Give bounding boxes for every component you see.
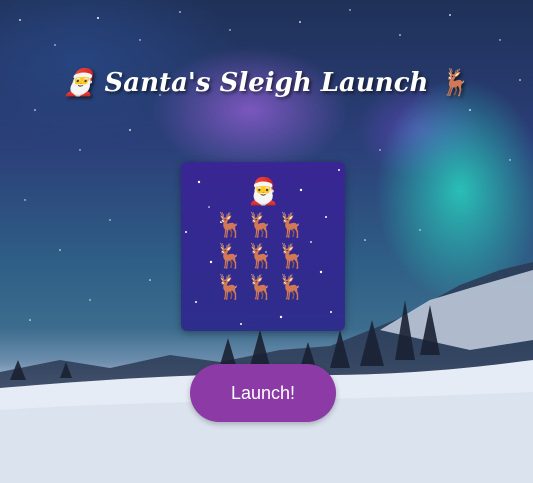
reindeer-icon: 🦌 [276,273,307,301]
game-board: 🎅 🦌 🦌 🦌 🦌 🦌 🦌 🦌 🦌 🦌 [181,162,345,331]
reindeer-icon: 🦌 [245,273,276,301]
reindeer-icon: 🦌 [245,242,276,270]
page-title: 🎅 Santa's Sleigh Launch 🦌 [63,68,470,98]
reindeer-icon: 🦌 [214,242,245,270]
reindeer-icon: 🦌 [214,211,245,239]
aurora-background: 🎅 Santa's Sleigh Launch 🦌 🎅 🦌 🦌 🦌 🦌 🦌 🦌 … [0,0,533,483]
reindeer-icon: 🦌 [276,242,307,270]
launch-button[interactable]: Launch! [190,364,336,422]
reindeer-grid: 🦌 🦌 🦌 🦌 🦌 🦌 🦌 🦌 🦌 [214,210,314,303]
santa-icon: 🎅 [247,177,280,207]
reindeer-icon: 🦌 [214,273,245,301]
reindeer-icon: 🦌 [245,211,276,239]
reindeer-icon: 🦌 [276,211,307,239]
